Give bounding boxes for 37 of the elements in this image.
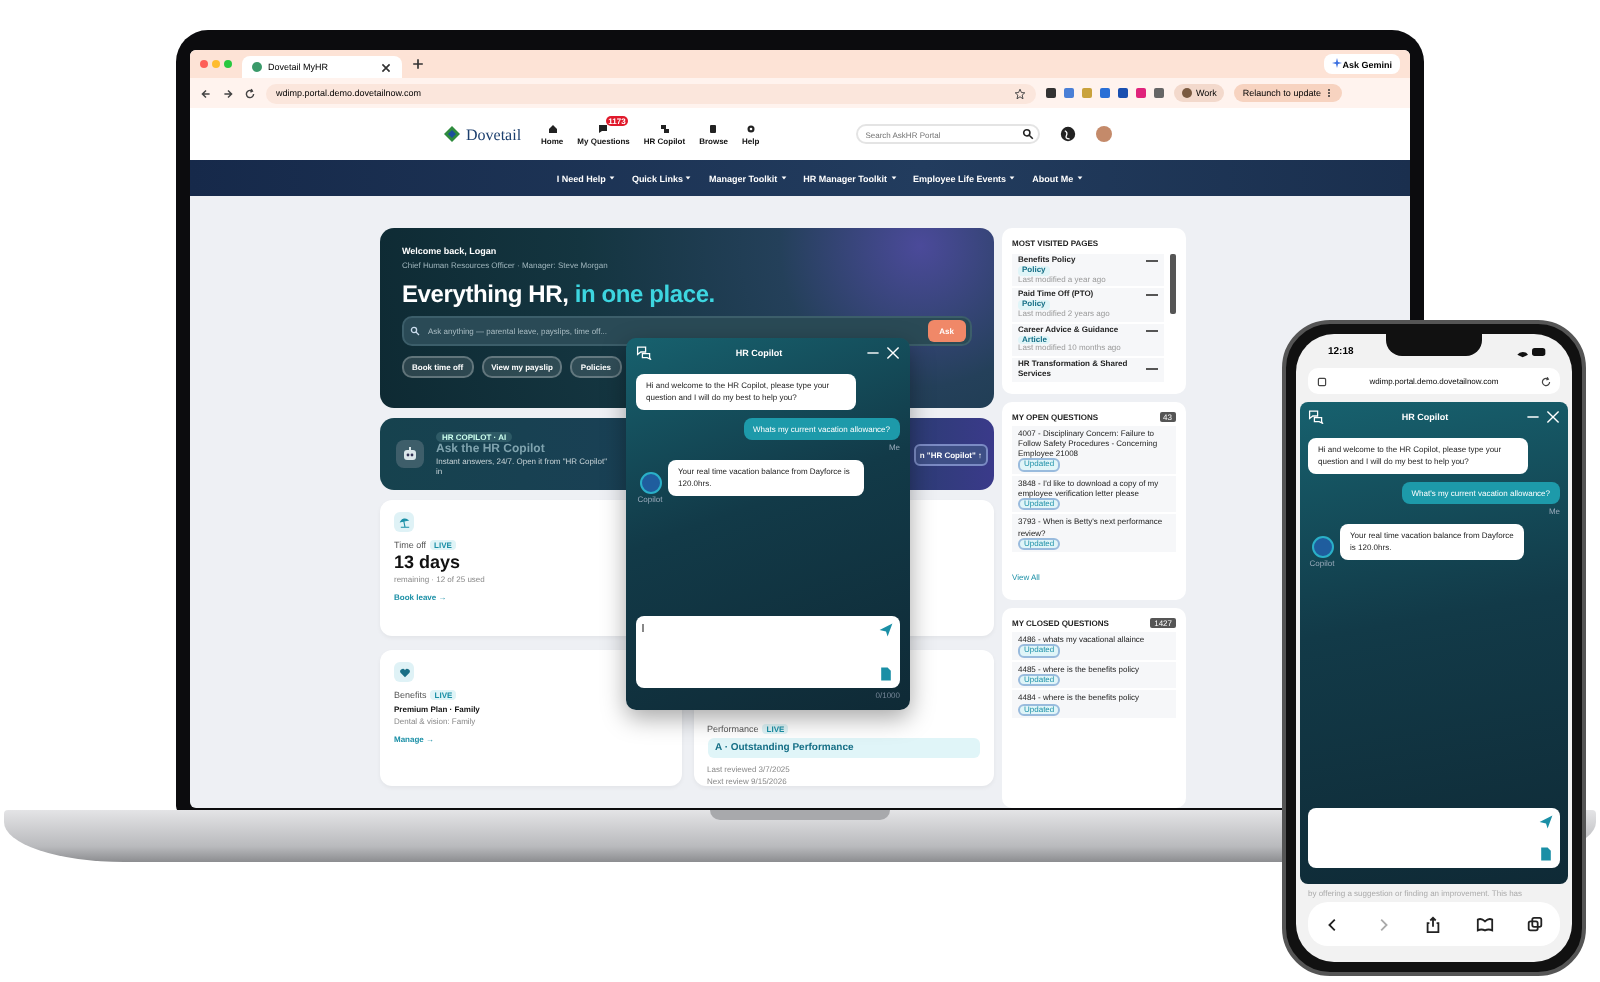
message-input[interactable] — [636, 616, 900, 688]
status-icons — [1516, 345, 1548, 357]
back-icon[interactable] — [200, 87, 212, 99]
star-icon[interactable] — [1014, 87, 1026, 99]
robot-icon — [396, 440, 424, 468]
search-icon — [410, 326, 420, 336]
card-value: 13 days — [394, 552, 461, 572]
headline: Everything HR, — [402, 280, 569, 308]
document-icon[interactable] — [878, 666, 894, 682]
house-icon — [547, 123, 558, 133]
send-icon[interactable] — [878, 622, 894, 638]
tabs-icon[interactable] — [1525, 915, 1544, 933]
share-icon[interactable] — [1424, 915, 1443, 933]
send-icon[interactable] — [1538, 814, 1554, 830]
dovetail-logo[interactable]: Dovetail — [442, 124, 522, 144]
document-icon[interactable] — [1538, 846, 1554, 862]
message-input[interactable] — [1308, 808, 1560, 868]
reload-icon[interactable] — [1540, 375, 1552, 387]
bot-avatar-icon — [1311, 536, 1333, 559]
search-icon[interactable] — [1021, 128, 1034, 140]
reload-icon[interactable] — [244, 87, 256, 99]
headline-highlight: in one place. — [574, 280, 715, 308]
avatar-icon[interactable] — [1095, 126, 1112, 142]
extensions-icon[interactable] — [1046, 88, 1164, 98]
phone-notch — [1386, 334, 1482, 356]
bot-avatar-icon — [639, 472, 661, 495]
favicon-icon — [252, 62, 262, 72]
chat-icon — [598, 123, 609, 133]
globe-icon[interactable] — [1059, 126, 1076, 142]
forward-icon[interactable] — [222, 87, 234, 99]
beach-icon — [394, 512, 414, 532]
sparkle-icon — [1332, 58, 1343, 68]
close-icon[interactable] — [380, 61, 392, 73]
heart-icon — [394, 662, 414, 682]
scrollbar[interactable] — [1170, 254, 1176, 314]
tabs-icon[interactable] — [1316, 375, 1328, 387]
plus-icon[interactable] — [412, 58, 424, 70]
